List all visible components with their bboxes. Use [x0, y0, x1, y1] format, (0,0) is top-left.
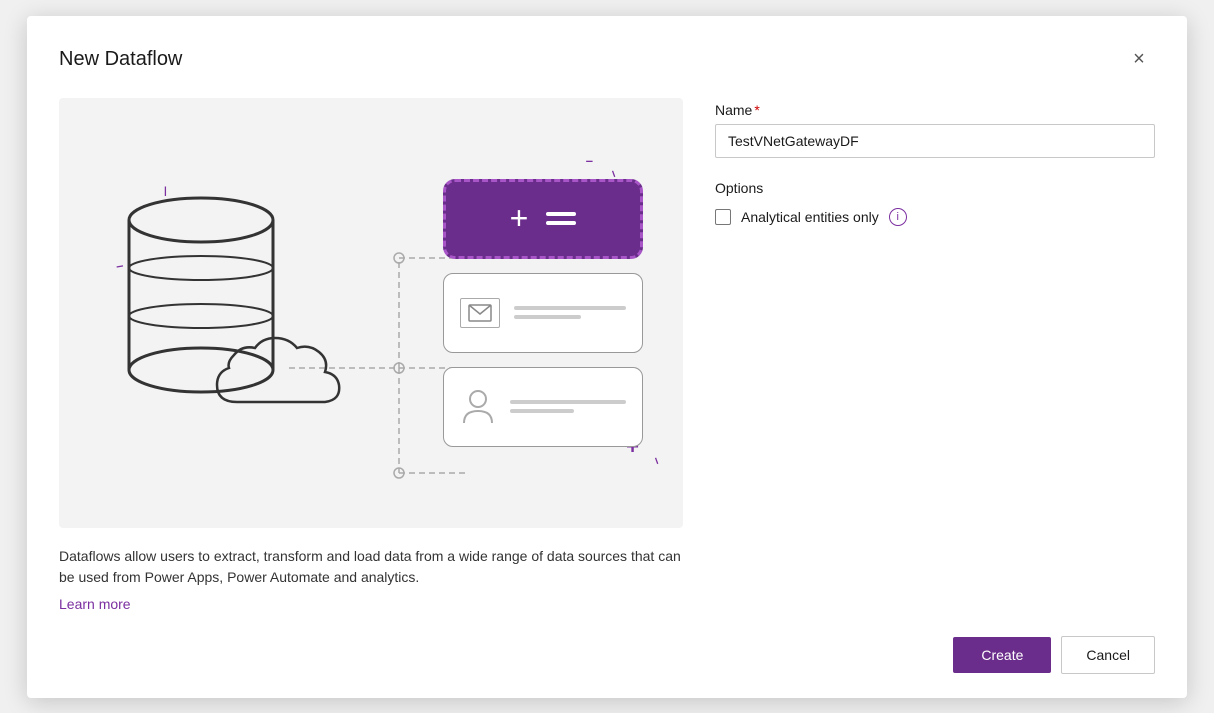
add-entity-card: +	[443, 179, 643, 259]
analytical-entities-label: Analytical entities only	[741, 209, 879, 225]
right-panel: Name* Options Analytical entities only i	[715, 98, 1155, 612]
cards-area: +	[443, 179, 643, 447]
required-star: *	[754, 102, 759, 118]
deco-dash-topright2: –	[586, 153, 593, 168]
name-input[interactable]	[715, 124, 1155, 158]
person-card	[443, 367, 643, 447]
new-dataflow-dialog: New Dataflow × – | – + – – + –	[27, 16, 1187, 698]
analytical-entities-checkbox-row: Analytical entities only i	[715, 208, 1155, 226]
options-label: Options	[715, 180, 1155, 196]
person-icon	[460, 389, 496, 425]
left-panel: – | – + – – + –	[59, 98, 683, 612]
equals-icon	[546, 212, 576, 225]
description-text: Dataflows allow users to extract, transf…	[59, 546, 683, 588]
analytical-entities-checkbox[interactable]	[715, 209, 731, 225]
learn-more-link[interactable]: Learn more	[59, 596, 683, 612]
dialog-body: – | – + – – + –	[59, 98, 1155, 612]
cancel-button[interactable]: Cancel	[1061, 636, 1155, 674]
info-icon[interactable]: i	[889, 208, 907, 226]
create-button[interactable]: Create	[953, 637, 1051, 673]
cloud-icon	[207, 330, 352, 420]
illustration-area: – | – + – – + –	[59, 98, 683, 528]
email-icon	[460, 298, 500, 328]
deco-dash-bottomright: –	[649, 454, 666, 466]
close-button[interactable]: ×	[1123, 44, 1155, 76]
dialog-footer: Create Cancel	[59, 636, 1155, 674]
name-label: Name*	[715, 102, 1155, 118]
deco-dash-topright: –	[606, 167, 623, 179]
email-card	[443, 273, 643, 353]
person-text-lines	[510, 400, 626, 413]
dialog-title: New Dataflow	[59, 48, 182, 71]
email-text-lines	[514, 306, 626, 319]
plus-icon: +	[510, 200, 529, 237]
dialog-header: New Dataflow ×	[59, 44, 1155, 76]
